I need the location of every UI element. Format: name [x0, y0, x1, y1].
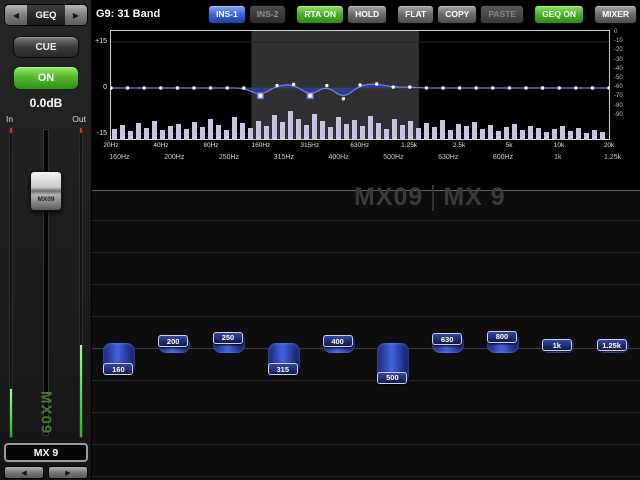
freq-axis-label: 5k [492, 142, 526, 149]
geq-band-fader-630[interactable]: 630 [421, 191, 476, 480]
geq-band-fader-315[interactable]: 315 [256, 191, 311, 480]
meter-labels: In Out [6, 114, 86, 124]
cue-button[interactable]: CUE [13, 36, 79, 58]
geq-band-fader-250[interactable]: 250 [202, 191, 257, 480]
freq-axis-label: 2.5k [442, 142, 476, 149]
band-fader-handle[interactable]: 200 [158, 335, 188, 347]
band-fader-handle[interactable]: 630 [432, 333, 462, 345]
copy-button[interactable]: COPY [437, 5, 477, 24]
rta-scale-label: 0 [614, 29, 639, 35]
band-freq-label: 315Hz [256, 154, 311, 161]
freq-axis-label: 20Hz [94, 142, 128, 149]
band-fader-handle[interactable]: 400 [323, 335, 353, 347]
band-fader-handle[interactable]: 250 [213, 332, 243, 344]
paste-button: PASTE [480, 5, 524, 24]
band-freq-label: 500Hz [366, 154, 421, 161]
channel-sidebar: ◀ GEQ ▶ CUE ON 0.0dB In Out MX09 MX09 [0, 0, 92, 480]
prev-channel-button[interactable]: ◀ [4, 466, 44, 479]
geq-band-fader-1k[interactable]: 1k [530, 191, 585, 480]
geq-band-fader-1-25k[interactable]: 1.25k [585, 191, 640, 480]
channel-fader[interactable]: MX09 MX09 [0, 127, 92, 438]
db-scale-label: 0 [92, 84, 107, 91]
hold-button[interactable]: HOLD [347, 5, 387, 24]
geq-band-fader-800[interactable]: 800 [476, 191, 531, 480]
band-fader-area: MX09 MX 9 1602002503154005006308001k1.25… [92, 190, 640, 480]
ins-2-button[interactable]: INS-2 [249, 5, 287, 24]
band-freq-label: 160Hz [92, 154, 147, 161]
freq-axis-label: 1.25k [392, 142, 426, 149]
band-fader-handle[interactable]: 160 [103, 363, 133, 375]
freq-axis-label: 80Hz [194, 142, 228, 149]
eq-graph-canvas [111, 31, 609, 139]
rta-scale-label: -70 [614, 93, 639, 99]
prev-processor-button[interactable]: ◀ [5, 5, 27, 25]
output-level-meter [79, 127, 83, 438]
geq-band-fader-400[interactable]: 400 [311, 191, 366, 480]
geq-header: G9: 31 Band INS-1INS-2 RTA ONHOLD FLATCOPY… [92, 0, 640, 28]
band-fader-handle[interactable]: 1.25k [597, 339, 627, 351]
fader-cap[interactable]: MX09 [30, 171, 62, 211]
channel-name-vertical: MX09 [38, 391, 55, 434]
band-freq-label: 1.25k [585, 154, 640, 161]
rta-on-button[interactable]: RTA ON [296, 5, 344, 24]
band-freq-label: 800Hz [476, 154, 531, 161]
band-freq-label: 200Hz [147, 154, 202, 161]
channel-on-button[interactable]: ON [13, 66, 79, 90]
flat-button[interactable]: FLAT [397, 5, 434, 24]
freq-axis-label: 10k [542, 142, 576, 149]
meter-level-segment [10, 389, 12, 437]
meter-peak-segment [80, 128, 82, 133]
geq-band-fader-200[interactable]: 200 [147, 191, 202, 480]
band-freq-label: 1k [530, 154, 585, 161]
ins-1-button[interactable]: INS-1 [208, 5, 246, 24]
page-title: G9: 31 Band [96, 8, 160, 20]
band-fader-handle[interactable]: 500 [377, 372, 407, 384]
geq-screen: ◀ GEQ ▶ CUE ON 0.0dB In Out MX09 MX09 [0, 0, 640, 480]
band-fader-handle[interactable]: 800 [487, 331, 517, 343]
meter-level-segment [80, 345, 82, 437]
band-freq-label: 630Hz [421, 154, 476, 161]
rta-scale-label: -90 [614, 112, 639, 118]
band-fader-handle[interactable]: 315 [268, 363, 298, 375]
processor-label: GEQ [27, 5, 65, 25]
channel-name-box: MX 9 [4, 443, 88, 462]
meter-peak-segment [10, 128, 12, 133]
rta-scale-label: -50 [614, 75, 639, 81]
geq-band-fader-160[interactable]: 160 [92, 191, 147, 480]
channel-nav: ◀ ▶ [4, 466, 88, 479]
fader-cap-label: MX09 [38, 196, 55, 203]
geq-on-button[interactable]: GEQ ON [534, 5, 584, 24]
band-fader-handle[interactable]: 1k [542, 339, 572, 351]
processor-selector: ◀ GEQ ▶ [4, 4, 88, 26]
freq-axis-label: 630Hz [343, 142, 377, 149]
freq-axis-label: 40Hz [144, 142, 178, 149]
rta-scale-label: -10 [614, 38, 639, 44]
next-channel-button[interactable]: ▶ [48, 466, 88, 479]
geq-main: G9: 31 Band INS-1INS-2 RTA ONHOLD FLATCOPY… [92, 0, 640, 480]
fader-value: 0.0dB [0, 96, 92, 110]
meter-in-label: In [6, 114, 13, 124]
band-freq-label: 250Hz [202, 154, 257, 161]
header-buttons: INS-1INS-2 RTA ONHOLD FLATCOPYPASTE GEQ ON M… [205, 5, 637, 24]
freq-axis-label: 315Hz [293, 142, 327, 149]
geq-band-fader-500[interactable]: 500 [366, 191, 421, 480]
db-scale-label: +15 [92, 38, 107, 45]
next-processor-button[interactable]: ▶ [65, 5, 87, 25]
rta-scale-label: -30 [614, 57, 639, 63]
rta-scale-label: -40 [614, 66, 639, 72]
meter-out-label: Out [72, 114, 86, 124]
freq-axis-label: 160Hz [244, 142, 278, 149]
rta-scale-label: -60 [614, 84, 639, 90]
band-freq-label: 400Hz [311, 154, 366, 161]
input-level-meter [9, 127, 13, 438]
rta-scale-label: -20 [614, 47, 639, 53]
mixer-button[interactable]: MIXER [594, 5, 637, 24]
rta-scale-label: -80 [614, 103, 639, 109]
freq-axis-label: 20k [592, 142, 626, 149]
db-scale-label: -15 [92, 130, 107, 137]
eq-graph[interactable] [110, 30, 610, 140]
